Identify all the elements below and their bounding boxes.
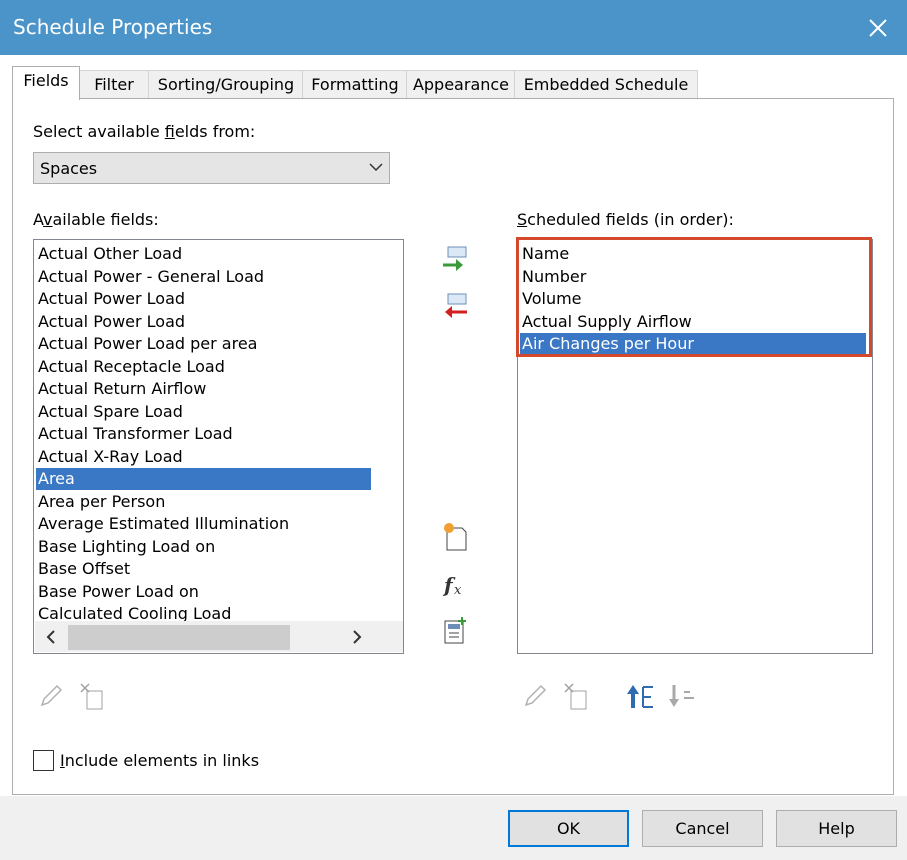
scheduled-fields-label: Scheduled fields (in order): — [517, 210, 734, 229]
add-parameter-button[interactable] — [438, 520, 472, 554]
scheduled-fields-list[interactable]: Name Number Volume Actual Supply Airflow Air… — [517, 239, 873, 654]
available-fields-list[interactable]: Actual Other Load Actual Power - General … — [33, 239, 404, 654]
delete-parameter-button-left[interactable] — [76, 680, 108, 712]
chevron-down-icon — [369, 163, 383, 172]
list-item[interactable]: Base Power Load on — [38, 581, 199, 603]
help-label: Help — [818, 819, 855, 838]
vertical-scrollbar[interactable] — [403, 241, 404, 621]
list-item[interactable]: Number — [522, 266, 586, 288]
list-item[interactable]: Base Lighting Load on — [38, 536, 215, 558]
function-icon: f x — [442, 573, 462, 598]
tab-label: Fields — [23, 71, 69, 90]
chevron-right-icon — [352, 629, 361, 644]
move-down-icon — [669, 685, 694, 707]
list-item[interactable]: Actual X-Ray Load — [38, 446, 183, 468]
list-item[interactable]: Average Estimated Illumination — [38, 513, 289, 535]
list-item[interactable]: Base Offset — [38, 558, 130, 580]
add-arrow-icon — [443, 246, 467, 271]
scroll-up-button[interactable] — [403, 241, 404, 272]
tab-label: Embedded Schedule — [523, 75, 689, 94]
cancel-label: Cancel — [675, 819, 730, 838]
pencil-icon — [40, 684, 63, 707]
include-links-checkbox[interactable] — [33, 750, 54, 771]
add-field-button[interactable] — [438, 243, 472, 277]
remove-field-button[interactable] — [438, 290, 472, 324]
tab-fields[interactable]: Fields — [12, 66, 80, 100]
delete-parameter-icon — [564, 683, 587, 710]
tab-label: Formatting — [311, 75, 399, 94]
scroll-right-button[interactable] — [341, 621, 372, 652]
list-item[interactable]: Actual Supply Airflow — [522, 311, 692, 333]
include-links-label[interactable]: Include elements in links — [60, 751, 259, 770]
available-fields-label: Available fields: — [33, 210, 159, 229]
list-item[interactable]: Area per Person — [38, 491, 165, 513]
remove-arrow-icon — [445, 293, 467, 318]
list-item[interactable]: Area — [36, 468, 371, 490]
list-item[interactable]: Actual Power Load per area — [38, 333, 257, 355]
list-item[interactable]: Actual Transformer Load — [38, 423, 233, 445]
close-icon — [869, 18, 887, 37]
combine-parameters-button[interactable] — [438, 613, 472, 647]
move-up-button[interactable] — [624, 680, 658, 712]
ok-label: OK — [556, 819, 581, 838]
edit-parameter-button-left[interactable] — [35, 680, 67, 712]
tab-label: Appearance — [412, 75, 510, 94]
scroll-left-button[interactable] — [35, 621, 66, 652]
ok-button[interactable]: OK — [508, 810, 629, 847]
list-item[interactable]: Air Changes per Hour — [520, 333, 866, 355]
tab-embedded-schedule[interactable]: Embedded Schedule — [514, 70, 698, 99]
tab-label: Filter — [94, 75, 134, 94]
tab-appearance[interactable]: Appearance — [406, 70, 516, 99]
source-dropdown-value: Spaces — [40, 159, 98, 178]
dialog-title: Schedule Properties — [13, 15, 213, 39]
list-item[interactable]: Actual Other Load — [38, 243, 182, 265]
calculated-value-button[interactable]: f x — [438, 568, 472, 602]
source-dropdown[interactable]: Spaces — [33, 152, 390, 184]
help-button[interactable]: Help — [776, 810, 897, 847]
list-item[interactable]: Name — [522, 243, 569, 265]
list-item[interactable]: Actual Receptacle Load — [38, 356, 225, 378]
move-down-button[interactable] — [665, 680, 699, 712]
move-up-icon — [627, 685, 653, 708]
combine-parameters-icon — [444, 617, 466, 644]
list-item[interactable]: Actual Power - General Load — [38, 266, 264, 288]
delete-parameter-button-right[interactable] — [560, 680, 592, 712]
cancel-button[interactable]: Cancel — [642, 810, 763, 847]
pencil-icon — [524, 684, 547, 707]
tab-filter[interactable]: Filter — [78, 70, 150, 99]
list-item[interactable]: Volume — [522, 288, 582, 310]
close-button[interactable] — [849, 0, 907, 55]
tab-formatting[interactable]: Formatting — [302, 70, 408, 99]
horizontal-scrollbar[interactable] — [35, 621, 403, 652]
new-parameter-icon — [444, 523, 467, 551]
tab-sorting-grouping[interactable]: Sorting/Grouping — [148, 70, 304, 99]
scrollbar-corner — [403, 621, 404, 652]
horizontal-scroll-thumb[interactable] — [68, 625, 290, 650]
chevron-left-icon — [46, 629, 55, 644]
dialog-footer — [0, 796, 907, 860]
list-item[interactable]: Actual Power Load — [38, 288, 185, 310]
edit-parameter-button-right[interactable] — [519, 680, 551, 712]
source-label: Select available fields from: — [33, 122, 256, 141]
tab-label: Sorting/Grouping — [157, 75, 295, 94]
delete-parameter-icon — [80, 683, 103, 710]
scroll-down-button[interactable] — [403, 591, 404, 622]
list-item[interactable]: Actual Power Load — [38, 311, 185, 333]
svg-text:x: x — [454, 583, 462, 598]
list-item[interactable]: Actual Spare Load — [38, 401, 183, 423]
list-item[interactable]: Actual Return Airflow — [38, 378, 206, 400]
title-bar: Schedule Properties — [0, 0, 907, 55]
